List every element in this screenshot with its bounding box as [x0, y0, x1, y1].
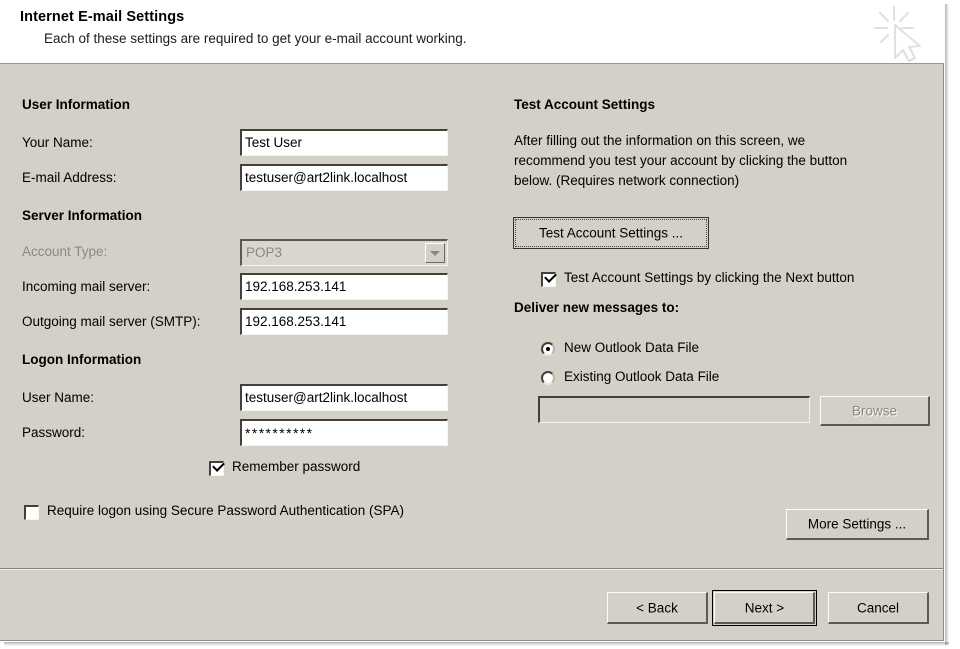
existing-data-file-path-input[interactable] [538, 396, 810, 423]
test-on-next-label: Test Account Settings by clicking the Ne… [564, 270, 855, 285]
incoming-mail-server-input[interactable]: 192.168.253.141 [240, 273, 448, 300]
more-settings-button-label: More Settings ... [807, 516, 907, 532]
checkbox-box-unchecked [24, 505, 39, 520]
back-button[interactable]: < Back [607, 592, 708, 624]
label-user-name: User Name: [22, 390, 95, 405]
window-shadow-bottom [4, 642, 949, 646]
test-account-settings-button-label: Test Account Settings ... [538, 225, 684, 241]
radio-existing-outlook-data-file-label: Existing Outlook Data File [564, 369, 720, 384]
dialog-footer: < Back Next > Cancel [0, 570, 943, 640]
remember-password-label: Remember password [232, 459, 361, 474]
checkbox-box-checked [541, 270, 557, 287]
radio-new-outlook-data-file-label: New Outlook Data File [564, 340, 700, 355]
radio-button-selected [541, 342, 555, 356]
browse-button[interactable]: Browse [820, 396, 930, 426]
checkbox-box-checked [209, 459, 225, 476]
chevron-down-icon[interactable] [425, 243, 445, 263]
internet-email-settings-dialog: Internet E-mail Settings Each of these s… [0, 0, 944, 641]
cancel-button[interactable]: Cancel [828, 592, 929, 624]
label-account-type: Account Type: [22, 244, 108, 259]
test-account-settings-button[interactable]: Test Account Settings ... [513, 217, 709, 249]
label-outgoing-mail-server: Outgoing mail server (SMTP): [22, 314, 201, 329]
radio-button-unselected [541, 371, 555, 385]
group-title-server-information: Server Information [22, 208, 143, 223]
user-name-input[interactable]: testuser@art2link.localhost [240, 384, 448, 411]
page-subtitle: Each of these settings are required to g… [44, 31, 467, 46]
label-incoming-mail-server: Incoming mail server: [22, 279, 151, 294]
dialog-body: User Information Your Name: Test User E-… [0, 65, 943, 568]
email-address-input[interactable]: testuser@art2link.localhost [240, 164, 448, 191]
group-title-logon-information: Logon Information [22, 352, 142, 367]
dialog-header: Internet E-mail Settings Each of these s… [0, 0, 944, 64]
require-spa-label: Require logon using Secure Password Auth… [47, 503, 404, 518]
window-shadow-right [945, 4, 949, 645]
cancel-button-label: Cancel [856, 600, 900, 615]
next-button[interactable]: Next > [712, 590, 817, 626]
group-title-user-information: User Information [22, 97, 131, 112]
next-button-label: Next > [744, 600, 785, 616]
outgoing-mail-server-input[interactable]: 192.168.253.141 [240, 308, 448, 335]
account-type-value: POP3 [246, 245, 283, 260]
browse-button-label: Browse [851, 403, 897, 418]
test-account-description: After filling out the information on thi… [514, 133, 848, 188]
more-settings-button[interactable]: More Settings ... [786, 509, 929, 540]
back-button-label: < Back [636, 600, 678, 615]
label-your-name: Your Name: [22, 135, 93, 150]
group-title-deliver-new-messages: Deliver new messages to: [514, 300, 680, 315]
your-name-input[interactable]: Test User [240, 129, 448, 156]
page-title: Internet E-mail Settings [20, 9, 185, 25]
password-input[interactable]: ********** [240, 419, 448, 446]
label-password: Password: [22, 425, 86, 440]
click-cursor-icon [873, 5, 922, 63]
account-type-dropdown[interactable]: POP3 [240, 239, 448, 266]
group-title-test-account-settings: Test Account Settings [514, 97, 656, 112]
label-email-address: E-mail Address: [22, 170, 117, 185]
